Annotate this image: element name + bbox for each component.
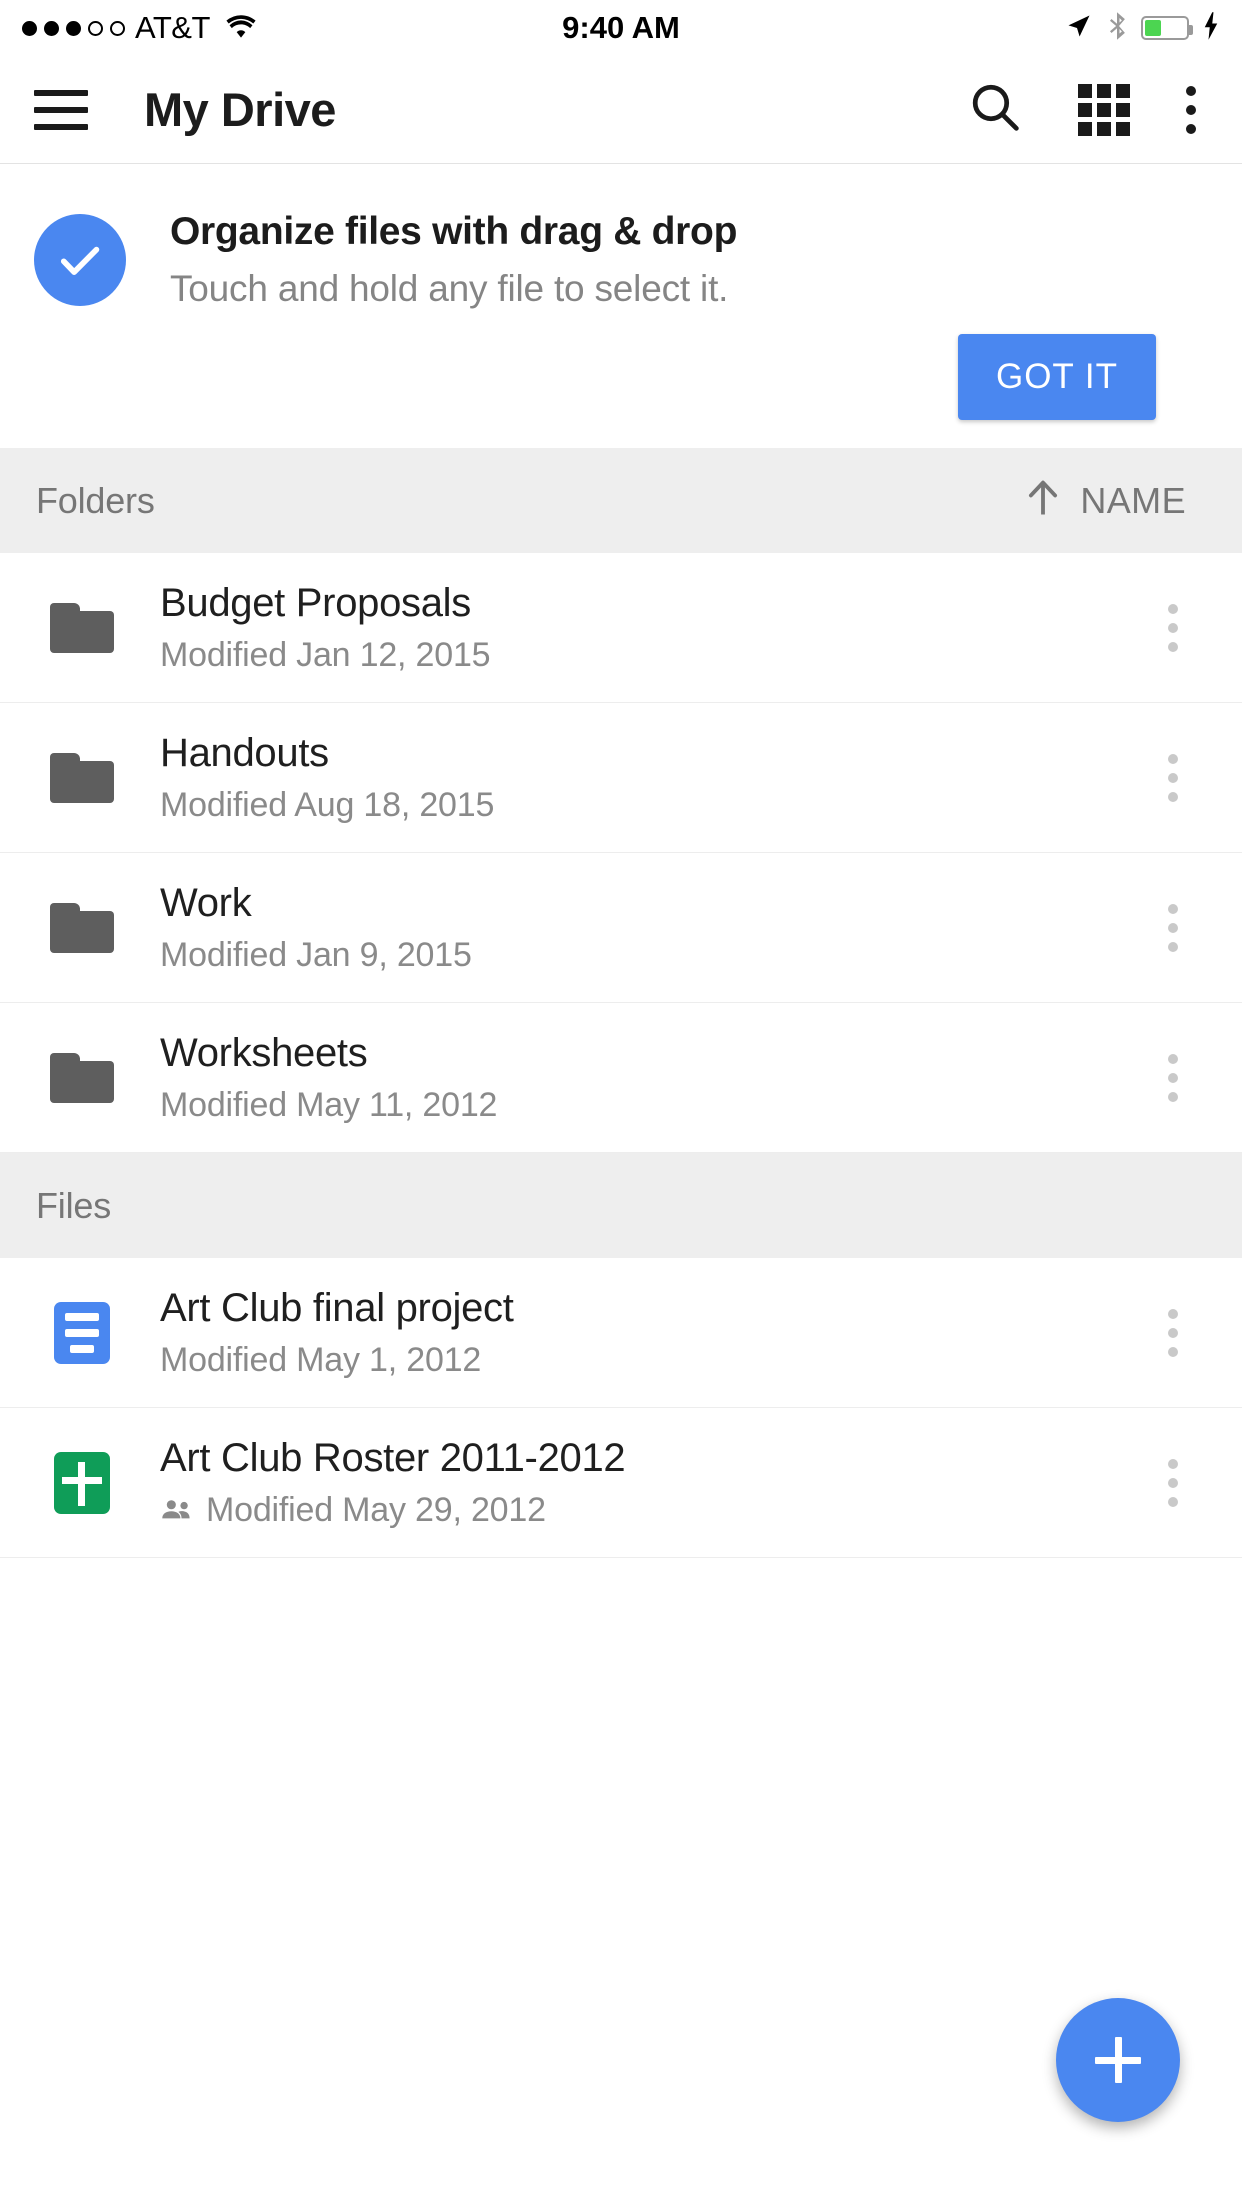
overflow-menu-icon[interactable] [1138,753,1208,802]
folder-name: Worksheets [160,1030,368,1075]
app-screen: AT&T 9:40 AM My Drive Organize files wit… [0,0,1242,2208]
file-meta: Modified May 29, 2012 [160,1491,1138,1530]
folder-modified: Modified May 11, 2012 [160,1085,498,1124]
row-text: Worksheets Modified May 11, 2012 [160,1031,1138,1125]
row-text: Handouts Modified Aug 18, 2015 [160,731,1138,825]
page-title: My Drive [144,83,336,136]
folders-section-label: Folders [36,479,155,521]
files-section-header: Files [0,1153,1242,1258]
folder-icon [34,602,130,653]
folder-modified: Modified Aug 18, 2015 [160,785,495,824]
app-bar: My Drive [0,56,1242,164]
lightning-bolt-icon [1202,11,1220,46]
overflow-menu-icon[interactable] [1186,85,1196,134]
file-modified: Modified May 1, 2012 [160,1340,482,1379]
folder-name: Handouts [160,730,329,775]
people-shared-icon [160,1491,194,1530]
folder-icon [34,902,130,953]
location-arrow-icon [1065,12,1093,45]
row-text: Art Club final project Modified May 1, 2… [160,1286,1138,1380]
table-row[interactable]: Art Club final project Modified May 1, 2… [0,1258,1242,1408]
promo-content: Organize files with drag & drop Touch an… [34,210,1208,310]
check-circle-icon [34,214,126,306]
search-icon[interactable] [968,80,1022,139]
row-text: Work Modified Jan 9, 2015 [160,881,1138,975]
sort-control[interactable]: NAME [1024,476,1206,525]
bluetooth-icon [1106,11,1128,46]
files-section-label: Files [36,1184,112,1226]
status-bar: AT&T 9:40 AM [0,0,1242,56]
folder-icon [34,1052,130,1103]
grid-view-icon[interactable] [1078,83,1130,136]
app-bar-actions [968,80,1208,139]
got-it-button[interactable]: GOT IT [957,334,1156,420]
battery-icon [1141,16,1193,40]
table-row[interactable]: Budget Proposals Modified Jan 12, 2015 [0,553,1242,703]
promo-card: Organize files with drag & drop Touch an… [0,164,1242,448]
folder-name: Budget Proposals [160,580,471,625]
promo-title: Organize files with drag & drop [170,210,738,253]
overflow-menu-icon[interactable] [1138,1308,1208,1357]
status-bar-time: 9:40 AM [562,10,680,45]
folder-modified: Modified Jan 9, 2015 [160,935,472,974]
overflow-menu-icon[interactable] [1138,1458,1208,1507]
google-sheets-icon [34,1451,130,1514]
google-docs-icon [34,1301,130,1364]
table-row[interactable]: Work Modified Jan 9, 2015 [0,853,1242,1003]
folder-modified: Modified Jan 12, 2015 [160,635,491,674]
folders-section-header: Folders NAME [0,448,1242,553]
file-name: Art Club final project [160,1285,514,1330]
file-name: Art Club Roster 2011-2012 [160,1435,626,1480]
promo-actions: GOT IT [34,334,1208,420]
table-row[interactable]: Worksheets Modified May 11, 2012 [0,1003,1242,1153]
file-modified: Modified May 29, 2012 [206,1490,546,1529]
sort-label: NAME [1080,479,1186,521]
add-new-fab[interactable] [1056,1998,1180,2122]
row-text: Art Club Roster 2011-2012 Modified May 2… [160,1436,1138,1530]
arrow-up-icon [1024,476,1062,525]
table-row[interactable]: Handouts Modified Aug 18, 2015 [0,703,1242,853]
promo-subtitle: Touch and hold any file to select it. [170,268,729,309]
folder-icon [34,752,130,803]
hamburger-menu-icon[interactable] [34,89,88,130]
promo-text: Organize files with drag & drop Touch an… [170,210,737,310]
overflow-menu-icon[interactable] [1138,1053,1208,1102]
overflow-menu-icon[interactable] [1138,603,1208,652]
folder-name: Work [160,880,252,925]
table-row[interactable]: Art Club Roster 2011-2012 Modified May 2… [0,1408,1242,1558]
status-bar-right [1065,11,1220,46]
overflow-menu-icon[interactable] [1138,903,1208,952]
row-text: Budget Proposals Modified Jan 12, 2015 [160,581,1138,675]
